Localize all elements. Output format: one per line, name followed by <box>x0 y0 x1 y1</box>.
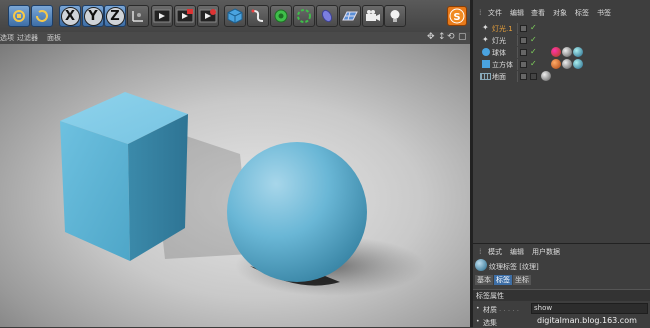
bullet-icon: • <box>476 318 480 325</box>
label-dots: . . . . . <box>499 305 520 313</box>
camera-icon[interactable] <box>362 5 384 27</box>
visibility-toggle[interactable] <box>520 25 527 32</box>
grip-icon: ⁞ <box>479 247 482 256</box>
object-row-sphere[interactable]: 球体 ✓ <box>473 47 650 58</box>
rotate-view-icon[interactable]: ⟲ <box>447 32 455 42</box>
grip-icon: ⁞ <box>479 8 482 17</box>
svg-text:S: S <box>453 12 460 23</box>
watermark-text: digitalman.blog.163.com <box>537 316 637 325</box>
om-menu-file[interactable]: 文件 <box>488 8 502 18</box>
object-manager: ⁞ 文件 编辑 查看 对象 标签 书签 ✦ 灯光.1 ✓ ✦ 灯光 ✓ 球体 ✓… <box>473 0 650 243</box>
object-name: 地面 <box>492 73 506 81</box>
tag-title: 纹理标签 [纹理] <box>489 263 539 271</box>
object-name: 灯光.1 <box>492 25 513 33</box>
row-separator <box>517 35 518 46</box>
am-menu-mode[interactable]: 模式 <box>488 247 502 257</box>
am-menu-edit[interactable]: 编辑 <box>510 247 524 257</box>
light-object-icon: ✦ <box>482 23 489 32</box>
spline-icon[interactable] <box>247 5 269 27</box>
enabled-check-icon[interactable]: ✓ <box>530 47 537 56</box>
om-menu-bookmark[interactable]: 书签 <box>597 8 611 18</box>
row-separator <box>517 47 518 58</box>
texture-tag-icon[interactable] <box>573 47 583 57</box>
om-menu-view[interactable]: 查看 <box>531 8 545 18</box>
render-view-icon[interactable] <box>151 5 173 27</box>
floor-icon[interactable] <box>339 5 361 27</box>
object-name: 立方体 <box>492 61 513 69</box>
bullet-icon: • <box>476 305 480 312</box>
cube-icon[interactable] <box>224 5 246 27</box>
light-object-icon: ✦ <box>482 35 489 44</box>
viewport-menu-options[interactable]: 选项 <box>0 33 14 43</box>
am-menu-userdata[interactable]: 用户数据 <box>532 247 560 257</box>
object-name: 灯光 <box>492 37 506 45</box>
om-menu-edit[interactable]: 编辑 <box>510 8 524 18</box>
enabled-check-icon[interactable]: ✓ <box>530 35 537 44</box>
viewport-menu-filter[interactable]: 过滤器 <box>17 33 38 43</box>
tab-tag[interactable]: 标签 <box>494 275 512 285</box>
maximize-view-icon[interactable]: ▢ <box>458 32 467 42</box>
object-row-light[interactable]: ✦ 灯光 ✓ <box>473 35 650 46</box>
row-separator <box>517 23 518 34</box>
array-icon[interactable] <box>293 5 315 27</box>
section-header: 标签属性 <box>473 289 650 301</box>
floor-object-icon <box>480 73 491 80</box>
material-label: 材质 <box>483 306 497 314</box>
visibility-toggle[interactable] <box>520 61 527 68</box>
deformer-icon[interactable] <box>316 5 338 27</box>
viewport-menu-panel[interactable]: 面板 <box>47 33 61 43</box>
material-tag-icon[interactable] <box>562 47 572 57</box>
cube-front-face <box>60 121 130 261</box>
object-name: 球体 <box>492 49 506 57</box>
s-icon[interactable]: S <box>447 6 467 26</box>
object-row-floor[interactable]: 地面 <box>473 71 650 82</box>
object-row-light1[interactable]: ✦ 灯光.1 ✓ <box>473 23 650 34</box>
cube-object-icon <box>482 60 490 68</box>
render-picture-icon[interactable] <box>174 5 196 27</box>
zoom-view-icon[interactable]: ↕ <box>438 32 446 42</box>
texture-tag-icon <box>475 259 487 271</box>
3d-viewport[interactable] <box>0 44 470 327</box>
object-manager-menu: ⁞ 文件 编辑 查看 对象 标签 书签 <box>473 6 650 20</box>
sphere-object <box>227 142 367 282</box>
refresh-icon[interactable] <box>31 5 53 27</box>
row-separator <box>517 59 518 70</box>
z-axis-label: Z <box>105 6 125 26</box>
move-view-icon[interactable]: ✥ <box>427 32 435 42</box>
light-icon[interactable] <box>384 5 406 27</box>
render-settings-icon[interactable] <box>197 5 219 27</box>
tab-basic[interactable]: 基本 <box>475 275 493 285</box>
phong-tag-icon[interactable] <box>551 59 561 69</box>
phong-tag-icon[interactable] <box>551 47 561 57</box>
y-axis-button[interactable]: Y <box>82 5 104 27</box>
sphere-object-icon <box>482 48 490 56</box>
row-separator <box>517 71 518 82</box>
undo-icon[interactable] <box>8 5 30 27</box>
enabled-check-icon[interactable]: ✓ <box>530 59 537 68</box>
object-row-cube[interactable]: 立方体 ✓ <box>473 59 650 70</box>
x-axis-button[interactable]: X <box>59 5 81 27</box>
section-title: 标签属性 <box>476 292 504 300</box>
enabled-check-icon[interactable]: ✓ <box>530 23 537 32</box>
material-field-row: • 材质 . . . . . show <box>473 303 650 315</box>
texture-tag-icon[interactable] <box>573 59 583 69</box>
coordinate-system-icon[interactable] <box>127 5 149 27</box>
visibility-toggle[interactable] <box>520 49 527 56</box>
scene-render <box>60 92 425 296</box>
x-axis-label: X <box>60 6 80 26</box>
visibility-toggle[interactable] <box>520 37 527 44</box>
nurbs-icon[interactable] <box>270 5 292 27</box>
om-menu-object[interactable]: 对象 <box>553 8 567 18</box>
render-toggle[interactable] <box>530 73 537 80</box>
tab-coord[interactable]: 坐标 <box>513 275 531 285</box>
y-axis-label: Y <box>83 6 103 26</box>
material-field[interactable]: show <box>531 303 648 314</box>
material-tag-icon[interactable] <box>562 59 572 69</box>
om-menu-tag[interactable]: 标签 <box>575 8 589 18</box>
z-axis-button[interactable]: Z <box>104 5 126 27</box>
visibility-toggle[interactable] <box>520 73 527 80</box>
material-tag-icon[interactable] <box>541 71 551 81</box>
